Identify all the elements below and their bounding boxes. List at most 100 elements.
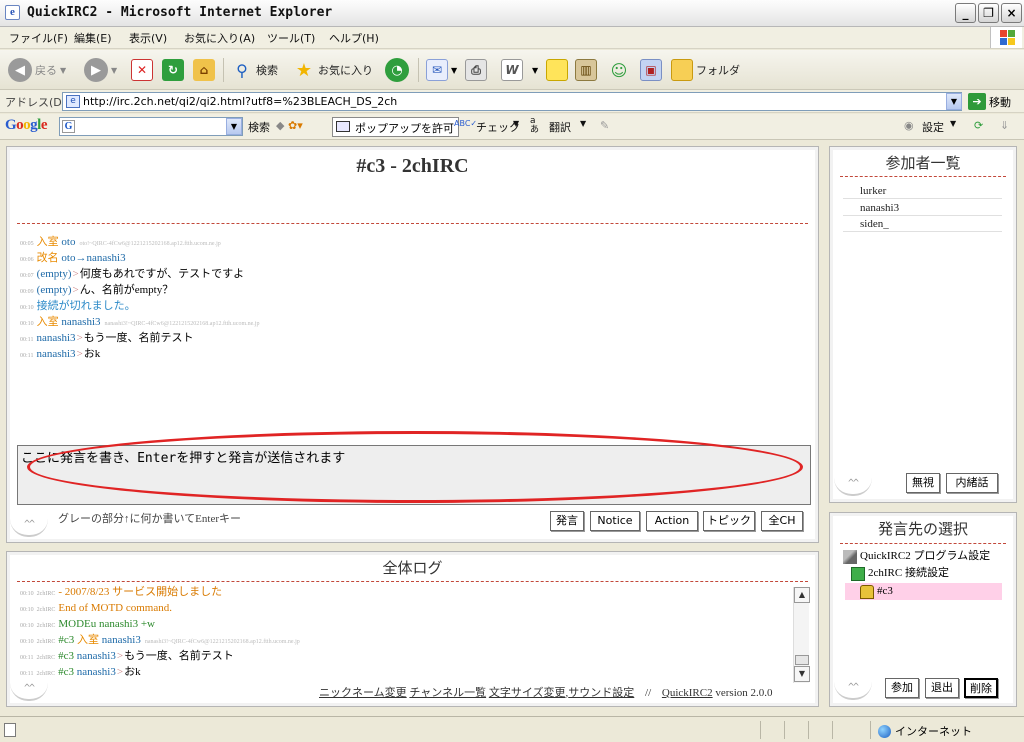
close-button[interactable]: × bbox=[1001, 3, 1022, 23]
search-label: 検索 bbox=[256, 64, 278, 77]
messenger-button[interactable]: ☺ bbox=[608, 55, 630, 85]
message-fragment: おk bbox=[83, 348, 101, 360]
all-channels-button[interactable]: 全CH bbox=[761, 511, 803, 531]
delete-button[interactable]: 削除 bbox=[964, 678, 998, 698]
address-dropdown-button[interactable]: ▼ bbox=[946, 93, 962, 110]
timestamp: 00:10 bbox=[20, 623, 34, 629]
user-list-item[interactable]: siden_ bbox=[843, 216, 1002, 232]
channel-list-link[interactable]: チャンネル一覧 bbox=[409, 687, 486, 699]
word-edit-icon: W bbox=[501, 59, 523, 81]
settings-dropdown-icon[interactable]: ▼ bbox=[950, 119, 956, 128]
forward-button[interactable]: ▶ ▼ bbox=[84, 55, 117, 85]
google-search-button[interactable]: 検索 bbox=[248, 119, 270, 135]
folders-button[interactable]: フォルダ bbox=[671, 55, 740, 85]
maximize-button[interactable]: ❐ bbox=[978, 3, 999, 23]
translate-button[interactable]: 翻訳 bbox=[549, 119, 571, 135]
sound-settings-link[interactable]: サウンド設定 bbox=[568, 687, 634, 699]
print-button[interactable]: ⎙ bbox=[465, 55, 487, 85]
forward-dropdown-icon: ▼ bbox=[111, 65, 118, 75]
log-line: 00:11 2chIRC #c3 nanashi3>おk bbox=[20, 664, 141, 680]
message-fragment: nanashi3!~QIRC-4fCw6@1221215202168.ap12.… bbox=[104, 321, 260, 327]
home-icon: ⌂ bbox=[193, 59, 215, 81]
footer-separator: // bbox=[645, 687, 652, 699]
message-fragment: > bbox=[76, 332, 83, 344]
nickname-change-link[interactable]: ニックネーム変更 bbox=[319, 687, 407, 699]
scroll-up-button[interactable]: ▲ bbox=[794, 587, 810, 603]
chat-line: 00:06 改名 oto→nanashi3 bbox=[20, 250, 126, 266]
google-search-input[interactable] bbox=[59, 117, 243, 136]
refresh-button[interactable]: ↻ bbox=[162, 55, 184, 85]
log-scrollbar[interactable]: ▲ ▼ bbox=[793, 587, 810, 683]
google-down-icon[interactable]: ⇓ bbox=[1000, 119, 1009, 132]
google-logo[interactable]: Google bbox=[5, 117, 48, 134]
send-button[interactable]: 発言 bbox=[550, 511, 584, 531]
channel-icon bbox=[860, 584, 874, 599]
back-button[interactable]: ◀ 戻る ▼ bbox=[8, 55, 66, 85]
go-arrow-icon: ➔ bbox=[968, 93, 986, 110]
message-fragment: > bbox=[72, 268, 79, 280]
notice-button[interactable]: Notice bbox=[590, 511, 640, 531]
input-hint-text: グレーの部分↑に何か書いてEnterキー bbox=[58, 513, 241, 525]
message-fragment: nanashi3 bbox=[76, 650, 116, 662]
ignore-button[interactable]: 無視 bbox=[906, 473, 940, 493]
target-program-settings[interactable]: QuickIRC2 プログラム設定 bbox=[843, 548, 990, 565]
mail-button[interactable]: ✉ ▼ bbox=[426, 55, 457, 85]
menu-file[interactable]: ファイル(F) bbox=[9, 30, 68, 46]
popup-allow-button[interactable]: ポップアップを許可 bbox=[332, 117, 459, 137]
page-icon: e bbox=[66, 95, 80, 108]
message-fragment: oto!~QIRC-4fCw6@1221215202168.ap12.ftth.… bbox=[79, 241, 221, 247]
edit-button[interactable]: W ▼ bbox=[501, 55, 538, 85]
google-refresh-icon[interactable]: ⟳ bbox=[974, 119, 983, 132]
menu-view[interactable]: 表示(V) bbox=[129, 30, 167, 46]
mail-dropdown-icon: ▼ bbox=[451, 65, 458, 75]
stop-button[interactable]: ✕ bbox=[131, 55, 153, 85]
scroll-down-button[interactable]: ▼ bbox=[794, 666, 810, 682]
spellcheck-dropdown-icon[interactable]: ▼ bbox=[513, 119, 519, 128]
printer-icon: ⎙ bbox=[465, 59, 487, 81]
message-fragment: もう一度、名前テスト bbox=[124, 650, 234, 662]
history-button[interactable]: ◔ bbox=[385, 55, 409, 85]
leave-button[interactable]: 退出 bbox=[925, 678, 959, 698]
action-button[interactable]: Action bbox=[646, 511, 698, 531]
translate-dropdown-icon[interactable]: ▼ bbox=[580, 119, 586, 128]
whisper-button[interactable]: 内緒話 bbox=[946, 473, 998, 493]
chat-line: 00:10 接続が切れました。 bbox=[20, 298, 136, 314]
menu-edit[interactable]: 編集(E) bbox=[74, 30, 112, 46]
user-list-item[interactable]: lurker bbox=[843, 183, 1002, 199]
settings-radio-icon: ◉ bbox=[904, 119, 914, 132]
target-connection-settings[interactable]: 2chIRC 接続設定 bbox=[851, 565, 949, 582]
join-button[interactable]: 参加 bbox=[885, 678, 919, 698]
menu-favorites[interactable]: お気に入り(A) bbox=[184, 30, 255, 46]
log-source: 2chIRC bbox=[36, 591, 56, 597]
go-button[interactable]: ➔ 移動 bbox=[968, 93, 1011, 110]
user-list-item[interactable]: nanashi3 bbox=[843, 200, 1002, 216]
highlighter-icon[interactable]: ✎ bbox=[600, 119, 609, 132]
message-fragment: u nanashi3 +w bbox=[90, 618, 155, 630]
message-fragment: > bbox=[72, 284, 79, 296]
font-size-link[interactable]: 文字サイズ変更 bbox=[489, 687, 566, 699]
back-dropdown-icon: ▼ bbox=[60, 65, 67, 75]
favorites-button[interactable]: ★ お気に入り bbox=[293, 55, 373, 85]
search-button[interactable]: ⚲ 検索 bbox=[231, 55, 278, 85]
home-button[interactable]: ⌂ bbox=[193, 55, 215, 85]
settings-button[interactable]: 設定 bbox=[922, 119, 944, 135]
note-icon bbox=[546, 59, 568, 81]
quickirc2-link[interactable]: QuickIRC2 bbox=[662, 687, 713, 699]
address-input[interactable] bbox=[62, 92, 962, 111]
google-options-icon[interactable]: ✿▾ bbox=[288, 119, 303, 132]
discuss-button[interactable] bbox=[546, 55, 568, 85]
google-search-dropdown[interactable]: ▼ bbox=[226, 118, 242, 135]
message-input[interactable] bbox=[17, 445, 811, 505]
tools-button[interactable]: ▣ bbox=[640, 55, 662, 85]
menu-tools[interactable]: ツール(T) bbox=[267, 30, 315, 46]
topic-button[interactable]: トピック bbox=[703, 511, 755, 531]
research-button[interactable]: ▥ bbox=[575, 55, 597, 85]
scroll-thumb[interactable] bbox=[795, 655, 809, 665]
window-titlebar: e QuickIRC2 - Microsoft Internet Explore… bbox=[0, 0, 1024, 27]
target-channel-c3[interactable]: #c3 bbox=[845, 583, 1002, 600]
menu-help[interactable]: ヘルプ(H) bbox=[329, 30, 379, 46]
timestamp: 00:05 bbox=[20, 241, 34, 247]
chat-line: 00:11 nanashi3>おk bbox=[20, 346, 100, 362]
package-icon: ▣ bbox=[640, 59, 662, 81]
minimize-button[interactable]: _ bbox=[955, 3, 976, 23]
